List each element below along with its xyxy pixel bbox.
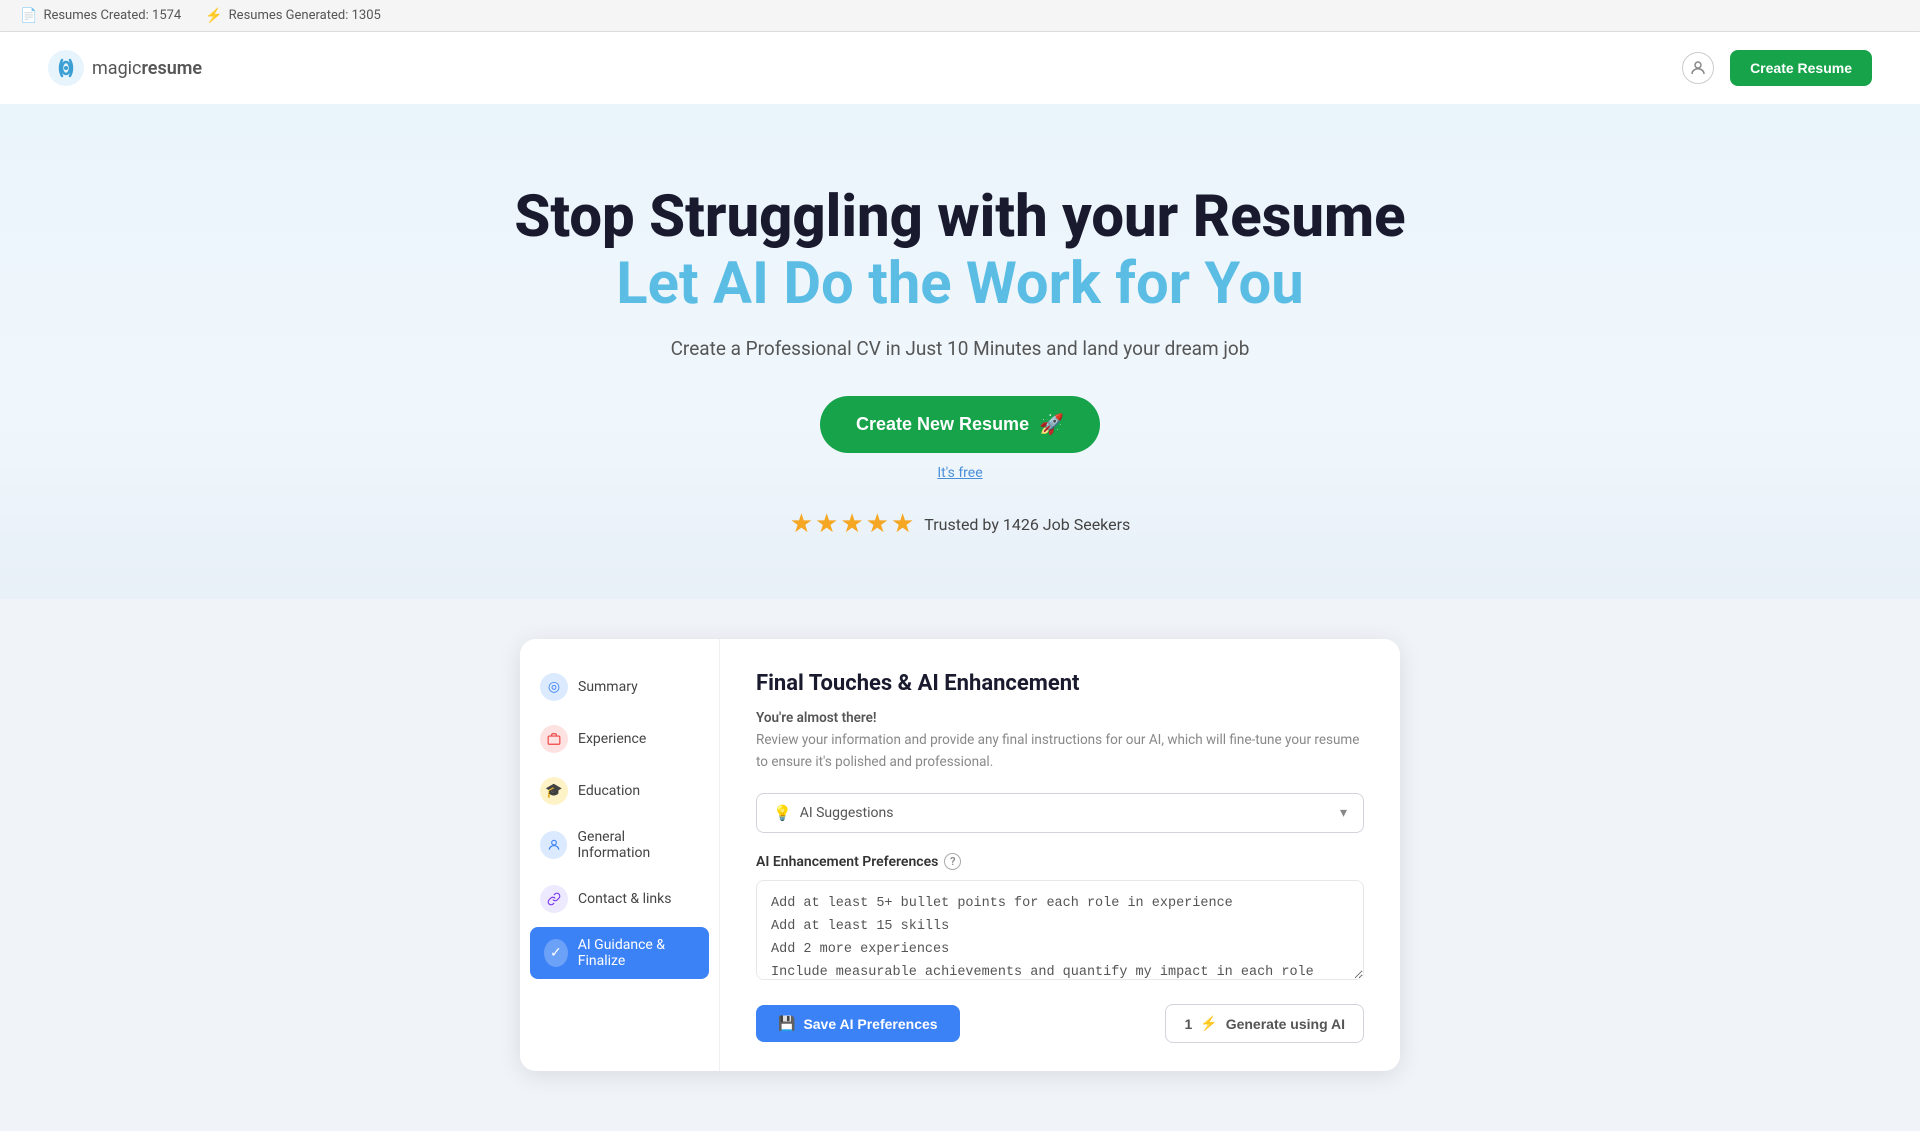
card-description: You're almost there! Review your informa…	[756, 708, 1364, 773]
chevron-down-icon: ▾	[1340, 805, 1347, 821]
help-icon[interactable]: ?	[944, 853, 961, 870]
sidebar-label-education: Education	[578, 783, 640, 799]
save-icon: 💾	[778, 1015, 795, 1032]
bolt-icon: ⚡	[205, 8, 222, 24]
resumes-created: 📄 Resumes Created: 1574	[20, 8, 181, 24]
hero-subtitle: Create a Professional CV in Just 10 Minu…	[0, 337, 1920, 360]
sidebar-label-summary: Summary	[578, 679, 638, 695]
doc-icon: 📄	[20, 8, 37, 24]
hero-title-line1: Stop Struggling with your Resume	[0, 184, 1920, 251]
card-section: ◎ Summary Experience 🎓 Education	[0, 599, 1920, 1131]
ai-suggestions-left: 💡 AI Suggestions	[773, 804, 893, 822]
hero-section: Stop Struggling with your Resume Let AI …	[0, 104, 1920, 599]
ai-suggestions-label: AI Suggestions	[800, 805, 894, 821]
resumes-generated: ⚡ Resumes Generated: 1305	[205, 8, 381, 24]
preferences-label: AI Enhancement Preferences ?	[756, 853, 1364, 870]
resumes-created-label: Resumes Created: 1574	[43, 8, 181, 23]
save-label: Save AI Preferences	[803, 1016, 937, 1032]
sidebar-item-ai[interactable]: ✓ AI Guidance & Finalize	[530, 927, 709, 979]
logo-icon	[48, 50, 84, 86]
sidebar-label-experience: Experience	[578, 731, 646, 747]
contact-icon	[540, 885, 568, 913]
bulb-icon: 💡	[773, 804, 792, 822]
sidebar-item-experience[interactable]: Experience	[520, 715, 719, 763]
trust-section: ★★★★★ Trusted by 1426 Job Seekers	[0, 509, 1920, 539]
ai-icon: ✓	[544, 939, 568, 967]
education-icon: 🎓	[540, 777, 568, 805]
trust-text: Trusted by 1426 Job Seekers	[924, 515, 1130, 534]
card-footer: 💾 Save AI Preferences 1 ⚡ Generate using…	[756, 1004, 1364, 1043]
preferences-textarea[interactable]: Add at least 5+ bullet points for each r…	[756, 880, 1364, 980]
resumes-generated-label: Resumes Generated: 1305	[229, 8, 381, 23]
logo[interactable]: magicresume	[48, 50, 202, 86]
hero-title-line2: Let AI Do the Work for You	[0, 251, 1920, 318]
navbar: magicresume Create Resume	[0, 32, 1920, 104]
nav-right: Create Resume	[1682, 50, 1872, 86]
ai-suggestions-dropdown[interactable]: 💡 AI Suggestions ▾	[756, 793, 1364, 833]
sidebar-label-ai: AI Guidance & Finalize	[578, 937, 695, 969]
sidebar-item-summary[interactable]: ◎ Summary	[520, 663, 719, 711]
generate-label: Generate using AI	[1226, 1016, 1345, 1032]
card-title: Final Touches & AI Enhancement	[756, 671, 1364, 696]
sidebar-item-contact[interactable]: Contact & links	[520, 875, 719, 923]
user-icon[interactable]	[1682, 52, 1714, 84]
card-sidebar: ◎ Summary Experience 🎓 Education	[520, 639, 720, 1071]
save-ai-preferences-button[interactable]: 💾 Save AI Preferences	[756, 1005, 960, 1042]
star-rating: ★★★★★	[790, 509, 917, 539]
rocket-icon: 🚀	[1039, 412, 1064, 437]
card-main: Final Touches & AI Enhancement You're al…	[720, 639, 1400, 1071]
its-free-link[interactable]: It's free	[0, 465, 1920, 481]
resume-builder-card: ◎ Summary Experience 🎓 Education	[520, 639, 1400, 1071]
create-resume-button[interactable]: Create Resume	[1730, 50, 1872, 86]
create-new-resume-label: Create New Resume	[856, 414, 1029, 435]
topbar: 📄 Resumes Created: 1574 ⚡ Resumes Genera…	[0, 0, 1920, 32]
sidebar-label-contact: Contact & links	[578, 891, 671, 907]
summary-icon: ◎	[540, 673, 568, 701]
sidebar-label-general: General Information	[577, 829, 699, 861]
general-icon	[540, 831, 567, 859]
generate-ai-button[interactable]: 1 ⚡ Generate using AI	[1165, 1004, 1364, 1043]
experience-icon	[540, 725, 568, 753]
sidebar-item-education[interactable]: 🎓 Education	[520, 767, 719, 815]
create-new-resume-button[interactable]: Create New Resume 🚀	[820, 396, 1100, 453]
logo-text: magicresume	[92, 58, 202, 79]
generate-bolt-icon: ⚡	[1200, 1015, 1217, 1032]
sidebar-item-general[interactable]: General Information	[520, 819, 719, 871]
